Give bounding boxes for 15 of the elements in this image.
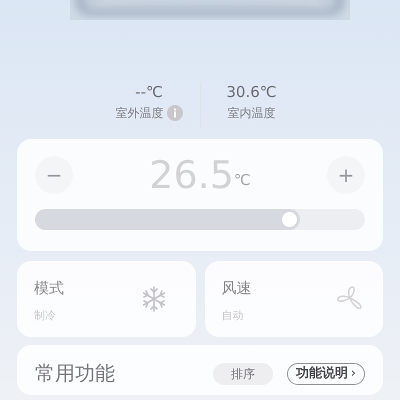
temperature-reading: --℃ bbox=[135, 82, 163, 102]
section-title: 常用功能 bbox=[35, 361, 115, 385]
temperature-reading: 30.6℃ bbox=[226, 82, 277, 102]
reading-label: 室内温度 bbox=[228, 105, 276, 122]
reading-label: 室外温度 bbox=[116, 105, 164, 122]
help-button[interactable]: 功能说明 › bbox=[286, 363, 365, 385]
info-icon[interactable] bbox=[166, 105, 182, 121]
snowflake-icon bbox=[140, 286, 166, 312]
decrease-button[interactable]: − bbox=[35, 156, 73, 194]
tile-title: 模式 bbox=[34, 278, 64, 299]
increase-button[interactable]: + bbox=[327, 156, 365, 194]
temperature-unit: ℃ bbox=[234, 170, 251, 190]
temperature-slider[interactable] bbox=[35, 209, 365, 230]
sort-button[interactable]: 排序 bbox=[212, 363, 273, 385]
tile-title: 风速 bbox=[222, 278, 252, 299]
